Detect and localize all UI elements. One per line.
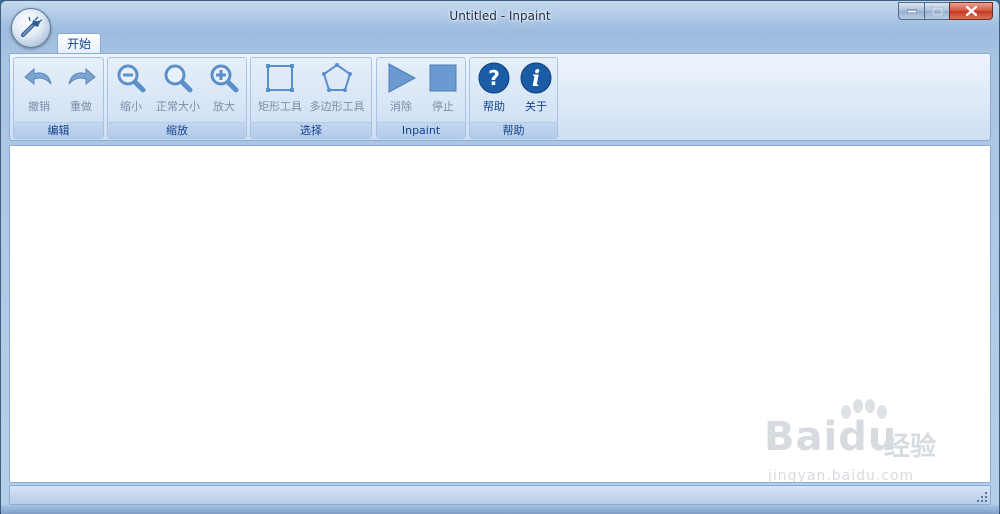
redo-label: 重做	[70, 100, 92, 113]
maximize-icon	[931, 6, 943, 16]
stop-icon	[429, 64, 457, 92]
zoom-normal-icon	[164, 64, 193, 93]
status-bar	[9, 485, 991, 505]
undo-button[interactable]: 撤销	[18, 60, 60, 116]
watermark-text: 经验	[884, 432, 937, 462]
resize-grip-icon[interactable]	[976, 491, 988, 503]
group-label-edit: 编辑	[14, 122, 103, 138]
info-icon: i	[520, 62, 552, 94]
group-label-inpaint: Inpaint	[377, 122, 465, 138]
zoom-in-label: 放大	[213, 100, 235, 113]
title-bar[interactable]: Untitled - Inpaint	[1, 1, 999, 33]
caption-buttons	[898, 2, 993, 22]
help-button[interactable]: ? 帮助	[473, 60, 515, 116]
zoom-in-icon	[210, 64, 239, 93]
ribbon: 撤销 重做 编辑 缩小 正常大小 放大 缩放 矩形工具 多边形工具 选择 消除 …	[9, 53, 991, 141]
erase-button[interactable]: 消除	[380, 60, 422, 116]
erase-label: 消除	[390, 100, 412, 113]
redo-button[interactable]: 重做	[60, 60, 102, 116]
ribbon-tabs: 开始	[1, 32, 999, 54]
redo-icon	[68, 67, 96, 86]
minimize-button[interactable]	[898, 2, 924, 20]
watermark-url: jingyan.baidu.com	[768, 468, 915, 484]
play-icon	[388, 63, 417, 93]
rectangle-tool-button[interactable]: 矩形工具	[255, 60, 305, 116]
window-title: Untitled - Inpaint	[449, 9, 551, 23]
undo-label: 撤销	[28, 100, 50, 113]
group-inpaint: 消除 停止 Inpaint	[376, 57, 466, 139]
group-label-select: 选择	[251, 122, 371, 138]
stop-label: 停止	[432, 100, 454, 113]
minimize-icon	[906, 9, 917, 13]
group-edit: 撤销 重做 编辑	[13, 57, 104, 139]
maximize-button[interactable]	[924, 2, 949, 20]
watermark: Baidu 经验 jingyan.baidu.com	[764, 399, 954, 486]
zoom-normal-button[interactable]: 正常大小	[152, 60, 204, 116]
close-button[interactable]	[949, 2, 993, 20]
group-zoom: 缩小 正常大小 放大 缩放	[107, 57, 247, 139]
watermark-logo: Baidu	[764, 414, 898, 460]
svg-text:?: ?	[488, 66, 500, 90]
app-logo-icon	[21, 16, 43, 37]
application-menu-button[interactable]	[11, 8, 51, 48]
help-label: 帮助	[483, 100, 505, 113]
polygon-tool-label: 多边形工具	[309, 100, 365, 113]
polygon-tool-button[interactable]: 多边形工具	[306, 60, 368, 116]
group-select: 矩形工具 多边形工具 选择	[250, 57, 372, 139]
zoom-out-icon	[117, 64, 146, 93]
about-button[interactable]: i 关于	[515, 60, 557, 116]
zoom-normal-label: 正常大小	[156, 100, 200, 113]
zoom-out-label: 缩小	[120, 100, 142, 113]
group-help: ? 帮助 i 关于 帮助	[469, 57, 558, 139]
help-icon: ?	[478, 62, 510, 94]
stop-button[interactable]: 停止	[422, 60, 464, 116]
close-icon	[965, 6, 977, 16]
about-label: 关于	[525, 100, 547, 113]
group-label-help: 帮助	[470, 122, 557, 138]
group-label-zoom: 缩放	[108, 122, 246, 138]
rectangle-tool-icon	[266, 64, 294, 92]
rectangle-tool-label: 矩形工具	[258, 100, 302, 113]
zoom-in-button[interactable]: 放大	[204, 60, 244, 116]
svg-text:i: i	[532, 66, 540, 92]
zoom-out-button[interactable]: 缩小	[111, 60, 151, 116]
tab-home[interactable]: 开始	[57, 33, 101, 54]
undo-icon	[24, 67, 52, 86]
polygon-tool-icon	[322, 63, 352, 92]
